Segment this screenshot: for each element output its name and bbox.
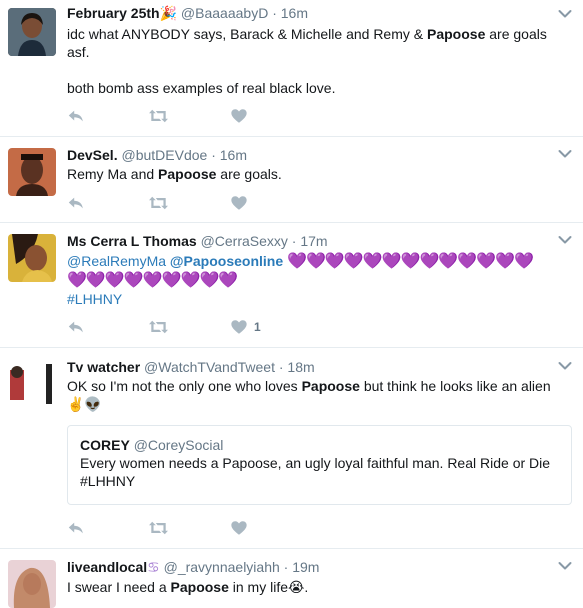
chevron-down-icon[interactable] xyxy=(557,358,573,374)
display-name[interactable]: DevSel. xyxy=(67,147,118,163)
quoted-text: Every women needs a Papoose, an ugly loy… xyxy=(80,455,551,471)
reply-button[interactable] xyxy=(67,106,85,126)
display-name[interactable]: liveandlocal xyxy=(67,559,147,575)
timestamp[interactable]: 19m xyxy=(292,559,319,575)
crying-emoji: 😭 xyxy=(288,579,305,595)
handle[interactable]: @WatchTVandTweet xyxy=(144,359,275,375)
quoted-tweet[interactable]: COREY @CoreySocial Every women needs a P… xyxy=(67,425,572,505)
tweet-line: idc what ANYBODY says, Barack & Michelle… xyxy=(67,26,547,42)
timestamp[interactable]: 16m xyxy=(281,5,308,21)
tweet[interactable]: Tv watcher @WatchTVandTweet · 18m OK so … xyxy=(0,348,583,549)
quoted-handle: @CoreySocial xyxy=(133,437,224,453)
tweet[interactable]: February 25th🎉 @BaaaaabyD · 16m idc what… xyxy=(0,0,583,137)
mention-link[interactable]: @Papooseonline xyxy=(170,253,283,269)
handle[interactable]: @butDEVdoe xyxy=(121,147,207,163)
tweet-text: Remy Ma and Papoose are goals. xyxy=(67,165,567,183)
tweet-actions xyxy=(67,193,327,213)
retweet-button[interactable] xyxy=(148,193,169,213)
heart-emojis: 💜💜💜💜💜💜💜💜💜 xyxy=(67,272,238,289)
timestamp[interactable]: 16m xyxy=(220,147,247,163)
heart-emojis: 💜💜💜💜💜💜💜💜💜💜💜💜💜 xyxy=(287,253,534,270)
reply-button[interactable] xyxy=(67,317,85,337)
like-button[interactable] xyxy=(230,193,248,213)
tweet-line: I swear I need a Papoose in my life😭. xyxy=(67,579,309,595)
tweet-line: asf. xyxy=(67,44,90,60)
tweet[interactable]: DevSel. @butDEVdoe · 16m Remy Ma and Pap… xyxy=(0,137,583,223)
tweet-line: OK so I'm not the only one who loves Pap… xyxy=(67,378,551,394)
chevron-down-icon[interactable] xyxy=(557,232,573,248)
tweet-emojis: ✌️👽 xyxy=(67,396,102,412)
tweet-header: Ms Cerra L Thomas @CerraSexxy · 17m xyxy=(67,233,328,249)
like-button[interactable] xyxy=(230,518,248,538)
tweet-header: liveandlocal♋ @_ravynnaelyiahh · 19m xyxy=(67,559,320,575)
cancer-sign-emoji: ♋ xyxy=(147,559,160,575)
avatar[interactable] xyxy=(8,360,56,408)
reply-icon xyxy=(67,107,85,125)
display-name[interactable]: February 25th xyxy=(67,5,160,21)
quoted-display-name: COREY xyxy=(80,437,130,453)
heart-icon xyxy=(230,107,248,125)
timestamp[interactable]: 18m xyxy=(287,359,314,375)
retweet-button[interactable] xyxy=(148,518,169,538)
reply-icon xyxy=(67,519,85,537)
avatar[interactable] xyxy=(8,234,56,282)
like-button[interactable]: 1 xyxy=(230,317,261,337)
heart-icon xyxy=(230,318,248,336)
tweet-line: both bomb ass examples of real black lov… xyxy=(67,80,336,96)
reply-icon xyxy=(67,318,85,336)
mention-link[interactable]: @RealRemyMa xyxy=(67,253,166,269)
reply-button[interactable] xyxy=(67,193,85,213)
tweet-actions: 1 xyxy=(67,317,327,337)
tweet-header: Tv watcher @WatchTVandTweet · 18m xyxy=(67,359,315,375)
handle[interactable]: @BaaaaabyD xyxy=(181,5,268,21)
party-emoji: 🎉 xyxy=(159,5,178,21)
handle[interactable]: @CerraSexxy xyxy=(201,233,288,249)
chevron-down-icon[interactable] xyxy=(557,146,573,162)
chevron-down-icon[interactable] xyxy=(557,6,573,22)
tweet-text: I swear I need a Papoose in my life😭. xyxy=(67,578,567,596)
retweet-button[interactable] xyxy=(148,106,169,126)
tweet-header: February 25th🎉 @BaaaaabyD · 16m xyxy=(67,5,308,21)
tweet-actions xyxy=(67,518,327,538)
tweet-header: DevSel. @butDEVdoe · 16m xyxy=(67,147,247,163)
like-count: 1 xyxy=(254,320,261,334)
display-name[interactable]: Tv watcher xyxy=(67,359,140,375)
tweet[interactable]: Ms Cerra L Thomas @CerraSexxy · 17m @Rea… xyxy=(0,223,583,348)
tweet-text: idc what ANYBODY says, Barack & Michelle… xyxy=(67,25,567,97)
retweet-icon xyxy=(148,194,169,212)
quoted-hashtag: #LHHNY xyxy=(80,473,136,489)
tweet-line: Remy Ma and Papoose are goals. xyxy=(67,166,282,182)
tweet-text: @RealRemyMa @Papooseonline 💜💜💜💜💜💜💜💜💜💜💜💜💜… xyxy=(67,252,567,308)
chevron-down-icon[interactable] xyxy=(557,558,573,574)
tweet-text: OK so I'm not the only one who loves Pap… xyxy=(67,377,567,413)
avatar[interactable] xyxy=(8,560,56,608)
heart-icon xyxy=(230,519,248,537)
display-name[interactable]: Ms Cerra L Thomas xyxy=(67,233,197,249)
timestamp[interactable]: 17m xyxy=(300,233,327,249)
hashtag-link[interactable]: #LHHNY xyxy=(67,290,567,308)
like-button[interactable] xyxy=(230,106,248,126)
retweet-button[interactable] xyxy=(148,317,169,337)
handle[interactable]: @_ravynnaelyiahh xyxy=(164,559,280,575)
retweet-icon xyxy=(148,318,169,336)
tweet-actions xyxy=(67,106,327,126)
reply-icon xyxy=(67,194,85,212)
avatar[interactable] xyxy=(8,148,56,196)
retweet-icon xyxy=(148,519,169,537)
tweet[interactable]: liveandlocal♋ @_ravynnaelyiahh · 19m I s… xyxy=(0,549,583,608)
heart-icon xyxy=(230,194,248,212)
retweet-icon xyxy=(148,107,169,125)
avatar[interactable] xyxy=(8,8,56,56)
reply-button[interactable] xyxy=(67,518,85,538)
